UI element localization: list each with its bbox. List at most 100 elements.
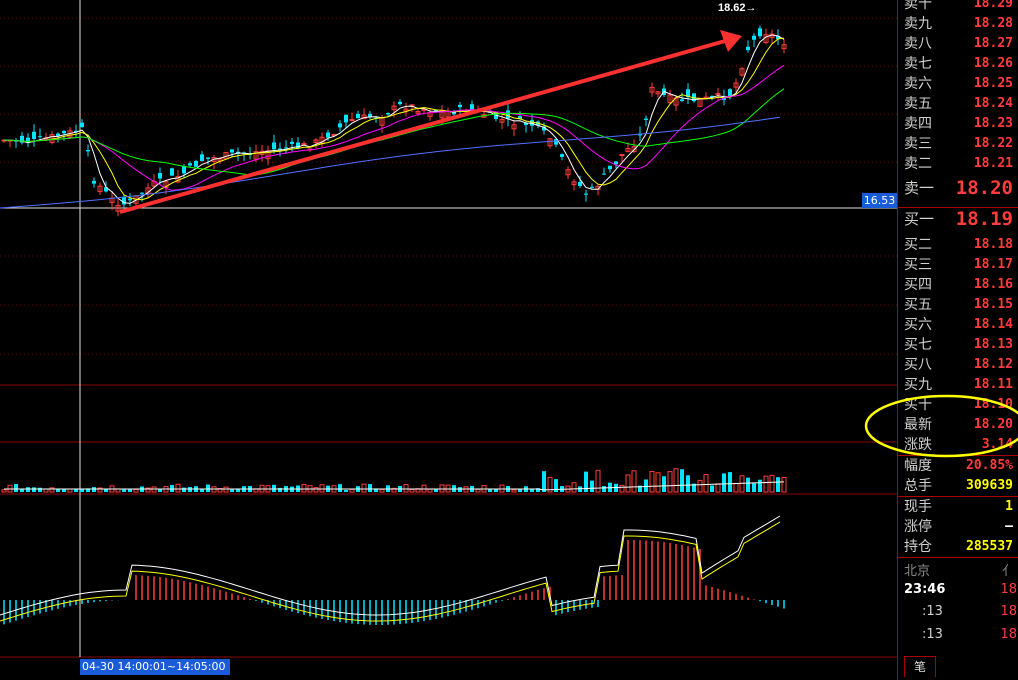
volume-bar: [344, 489, 348, 492]
volume-bar: [92, 487, 96, 492]
sell-level-1-value: 18.20: [955, 177, 1013, 199]
buy-level-2-value: 18.18: [973, 237, 1013, 252]
volume-bar: [703, 474, 709, 493]
sell-level-9: 卖九 18.28: [898, 14, 1018, 34]
volume-bar: [1, 489, 7, 493]
volume-bar: [728, 472, 732, 492]
volume-bar: [571, 482, 577, 493]
volume-bar: [14, 484, 18, 492]
buy-level-3-value: 18.17: [973, 257, 1013, 272]
candle-body: [602, 173, 606, 175]
sell-level-2-label: 卖二: [904, 156, 932, 172]
buy-level-4: 买四 18.16: [898, 275, 1018, 295]
volume-bar: [625, 474, 631, 493]
candle-body: [284, 147, 288, 149]
volume-bar: [662, 476, 666, 492]
volume-bar: [595, 469, 601, 493]
sell-level-6-label: 卖六: [904, 76, 932, 92]
buy-level-9-label: 买九: [904, 377, 932, 393]
buy-level-1: 买一 18.19: [898, 209, 1018, 229]
buy-level-8-value: 18.12: [973, 357, 1013, 372]
candle-body: [290, 141, 294, 144]
current-volume-label: 现手: [904, 499, 932, 515]
open-interest: 持仓 285537: [898, 537, 1018, 557]
candle-body: [301, 143, 307, 146]
volume-bar: [38, 487, 42, 492]
candle-body: [752, 35, 756, 40]
volume-bar: [133, 488, 139, 493]
buy-level-6-label: 买六: [904, 317, 932, 333]
volume-bar: [554, 479, 558, 492]
buy-level-3: 买三 18.17: [898, 255, 1018, 275]
buy-level-5-value: 18.15: [973, 297, 1013, 312]
candle-body: [326, 132, 330, 138]
kline-chart[interactable]: 18.62→: [0, 0, 897, 680]
limit-up-value: —: [1005, 519, 1013, 534]
macd-dea-line: [0, 521, 781, 622]
candle-body: [80, 122, 84, 128]
volume-bar: [739, 475, 745, 493]
limit-up-label: 涨停: [904, 519, 932, 535]
volume-bar: [475, 488, 481, 493]
high-price-label: 18.62→: [718, 2, 757, 14]
volume-bar: [752, 483, 756, 492]
sell-level-2-value: 18.21: [973, 156, 1013, 171]
sell-level-2: 卖二 18.21: [898, 154, 1018, 174]
candle-body: [194, 161, 198, 167]
volume-bar: [182, 487, 186, 492]
sell-level-4-value: 18.23: [973, 116, 1013, 131]
volume-bar: [781, 476, 787, 493]
volume-bar: [409, 488, 415, 493]
candle-body: [188, 163, 192, 166]
volume-bar: [349, 488, 355, 493]
candle-body: [619, 154, 625, 157]
volume-bar: [494, 489, 498, 492]
volume-bar: [590, 480, 594, 492]
buy-level-4-value: 18.16: [973, 277, 1013, 292]
volume-bar: [223, 486, 229, 493]
sell-level-7-label: 卖七: [904, 56, 932, 72]
volume-bar: [26, 487, 30, 492]
volume-bar: [511, 489, 517, 493]
sell-level-5-label: 卖五: [904, 96, 932, 112]
volume-bar: [619, 484, 625, 493]
candle-body: [644, 118, 648, 120]
order-book-panel: 卖十 18.29 卖九 18.28 卖八 18.27 卖七 18.26 卖六 18.25 卖五 18.…: [864, 0, 1018, 680]
sell-level-10-label: 卖十: [904, 0, 932, 12]
candle-body: [92, 180, 96, 184]
volume-bar: [434, 489, 438, 492]
candle-body: [590, 186, 594, 188]
candle-body: [458, 104, 462, 108]
candle-body: [62, 130, 66, 134]
sell-level-4: 卖四 18.23: [898, 114, 1018, 134]
buy-level-8: 买八 18.12: [898, 355, 1018, 375]
buy-level-9-value: 18.11: [973, 377, 1013, 392]
volume-bar: [769, 474, 775, 493]
volume-bar: [43, 488, 49, 493]
ma20-line: [4, 64, 785, 191]
volume-bar: [74, 489, 78, 492]
limit-up: 涨停 —: [898, 517, 1018, 537]
sell-level-6-value: 18.25: [973, 76, 1013, 91]
candle-body: [386, 113, 390, 115]
kline-chart-area[interactable]: 18.62→ 16.53 04-30 14:00:01~14:05:00: [0, 0, 897, 680]
tick-price: 18: [1000, 604, 1017, 619]
sell-level-5-value: 18.24: [973, 96, 1013, 111]
sell-level-6: 卖六 18.25: [898, 74, 1018, 94]
total-volume-label: 总手: [904, 478, 932, 494]
tab-ticks[interactable]: 笔: [904, 656, 936, 677]
volume-bar: [175, 483, 181, 493]
volume-bar: [236, 489, 240, 492]
volume-bar: [763, 475, 769, 493]
volume-bar: [20, 489, 24, 492]
volume-bar: [458, 487, 462, 492]
macd-dif-line: [0, 515, 781, 616]
volume-bar: [403, 483, 409, 493]
volume-bar: [686, 475, 690, 492]
volume-bar: [758, 479, 762, 492]
candle-body: [608, 165, 612, 170]
tick-time: :13: [922, 627, 943, 642]
volume-bar: [278, 487, 282, 492]
sell-level-8-value: 18.27: [973, 36, 1013, 51]
buy-level-5: 买五 18.15: [898, 295, 1018, 315]
